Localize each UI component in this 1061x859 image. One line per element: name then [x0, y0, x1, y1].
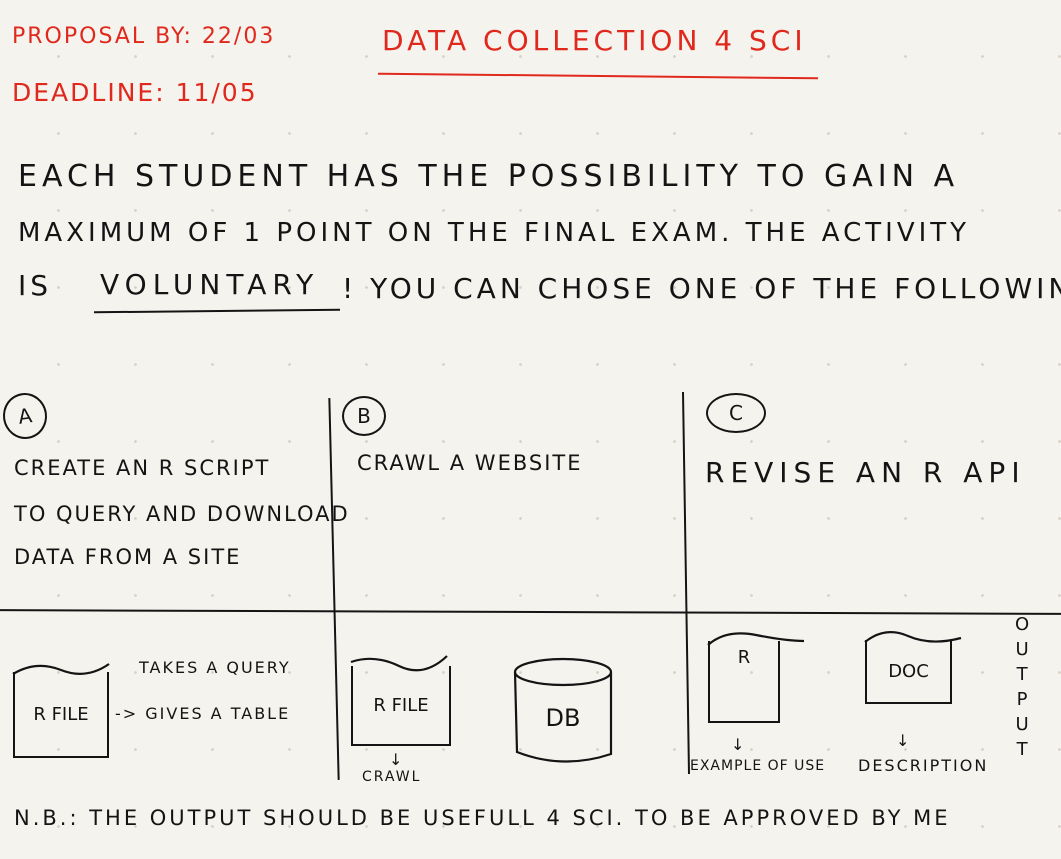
r-file-sketch-b: R FILE	[350, 655, 451, 746]
option-a-marker: A	[0, 390, 50, 442]
option-b-marker: B	[342, 396, 386, 436]
output-letter: U	[1015, 714, 1029, 735]
r-file-label-a: R FILE	[33, 703, 89, 725]
option-b-line-1: CRAWL A WEBSITE	[357, 451, 583, 475]
deadline-date: DEADLINE: 11/05	[12, 78, 258, 107]
output-letter: T	[1016, 664, 1028, 685]
row-divider	[0, 609, 1061, 615]
db-label: DB	[545, 704, 581, 732]
crawl-note: CRAWL	[362, 769, 422, 785]
file-top-wave	[350, 655, 448, 672]
voluntary-emphasis: VOLUNTARY	[100, 268, 320, 301]
option-a-line-2: TO QUERY AND DOWNLOAD	[14, 502, 350, 526]
approval-note: N.B.: THE OUTPUT SHOULD BE USEFULL 4 SCI…	[14, 806, 951, 830]
output-vertical-label: O U T P U T	[1015, 612, 1029, 762]
r-label-c: R	[737, 647, 751, 668]
file-top-wave	[707, 632, 805, 646]
intro-line-1: EACH STUDENT HAS THE POSSIBILITY TO GAIN…	[18, 159, 960, 194]
proposal-date: PROPOSAL BY: 22/03	[12, 24, 276, 49]
output-letter: P	[1016, 689, 1028, 710]
database-sketch: DB	[511, 656, 615, 766]
file-top-wave	[12, 663, 110, 675]
gives-table-note: -> GIVES A TABLE	[115, 704, 291, 723]
voluntary-underline	[93, 308, 341, 314]
description-note: DESCRIPTION	[858, 756, 989, 775]
r-file-sketch-c: R	[707, 632, 805, 723]
option-a-line-1: CREATE AN R SCRIPT	[14, 456, 271, 480]
arrow-down-icon: ↓	[896, 731, 910, 750]
column-divider-bc	[682, 392, 690, 774]
doc-label: DOC	[888, 660, 929, 682]
output-letter: O	[1015, 614, 1030, 635]
option-c-marker: C	[706, 393, 766, 433]
r-file-label-b: R FILE	[373, 694, 429, 716]
option-a-line-3: DATA FROM A SITE	[14, 545, 242, 569]
arrow-down-icon: ↓	[389, 750, 403, 769]
intro-line-3-suffix: ! YOU CAN CHOSE ONE OF THE FOLLOWING	[342, 272, 1061, 305]
title-underline	[378, 72, 818, 80]
intro-line-3-prefix: IS	[18, 269, 53, 302]
column-divider-ab	[328, 398, 340, 780]
option-c-line-1: REVISE AN R API	[705, 456, 1026, 489]
file-top-wave	[864, 631, 962, 643]
doc-sketch: DOC	[864, 631, 962, 704]
r-file-sketch-a: R FILE	[12, 663, 110, 758]
output-letter: U	[1015, 639, 1029, 660]
intro-line-2: MAXIMUM OF 1 POINT ON THE FINAL EXAM. TH…	[18, 218, 971, 248]
example-of-use-note: EXAMPLE OF USE	[690, 758, 826, 774]
page-title: DATA COLLECTION 4 SCI	[382, 24, 807, 57]
takes-query-note: TAKES A QUERY	[139, 658, 291, 677]
output-letter: T	[1016, 739, 1028, 760]
arrow-down-icon: ↓	[731, 735, 745, 754]
